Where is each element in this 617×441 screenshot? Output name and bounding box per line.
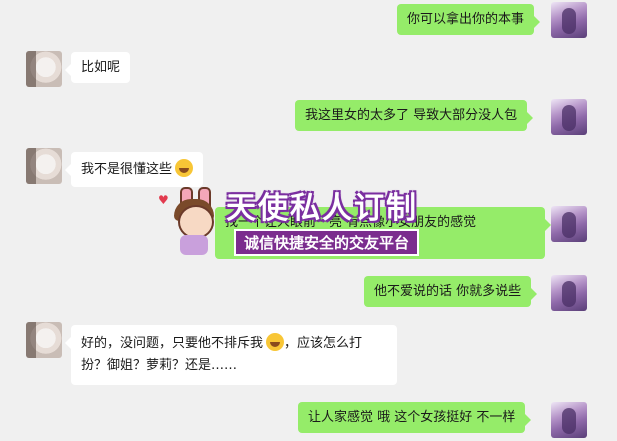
watermark-banner: ♥ 天使私人订制 诚信快捷安全的交友平台: [158, 183, 458, 263]
message-bubble-received[interactable]: 比如呢: [64, 52, 131, 83]
sweat-smile-emoji-icon: [175, 159, 194, 177]
message-bubble-sent[interactable]: 我这里女的太多了 导致大部分没人包: [295, 100, 534, 131]
message-bubble-received[interactable]: 我不是很懂这些: [64, 152, 204, 187]
avatar-contact[interactable]: [26, 148, 62, 184]
watermark-subtitle: 诚信快捷安全的交友平台: [234, 229, 420, 256]
message-text: 他不爱说的话 你就多说些: [374, 284, 522, 299]
avatar-self[interactable]: [551, 206, 587, 242]
avatar-self[interactable]: [551, 402, 587, 438]
message-bubble-sent[interactable]: 让人家感觉 哦 这个女孩挺好 不一样: [298, 402, 532, 433]
message-bubble-received[interactable]: 好的，没问题，只要他不排斥我 ，应该怎么打 扮？御姐？萝莉？还是……: [65, 325, 397, 385]
message-text: 我不是很懂这些: [81, 162, 173, 177]
message-bubble-sent[interactable]: 他不爱说的话 你就多说些: [364, 276, 538, 307]
avatar-contact[interactable]: [26, 322, 62, 358]
message-text: 让人家感觉 哦 这个女孩挺好 不一样: [308, 410, 516, 425]
avatar-self[interactable]: [551, 2, 587, 38]
avatar-self[interactable]: [551, 275, 587, 311]
message-text: 我这里女的太多了 导致大部分没人包: [305, 108, 518, 123]
avatar-contact[interactable]: [26, 51, 62, 87]
heart-icon: ♥: [158, 193, 169, 207]
message-text: 比如呢: [81, 60, 121, 75]
bunny-girl-mascot-icon: ♥: [158, 187, 220, 257]
message-line: 扮？御姐？萝莉？还是……: [81, 358, 238, 373]
message-line: 好的，没问题，只要他不排斥我 ，应该怎么打: [81, 333, 387, 355]
message-bubble-sent[interactable]: 你可以拿出你的本事: [397, 4, 541, 35]
message-text: 你可以拿出你的本事: [407, 12, 525, 27]
laughing-emoji-icon: [266, 333, 285, 351]
watermark-title: 天使私人订制: [226, 191, 418, 226]
avatar-self[interactable]: [551, 99, 587, 135]
